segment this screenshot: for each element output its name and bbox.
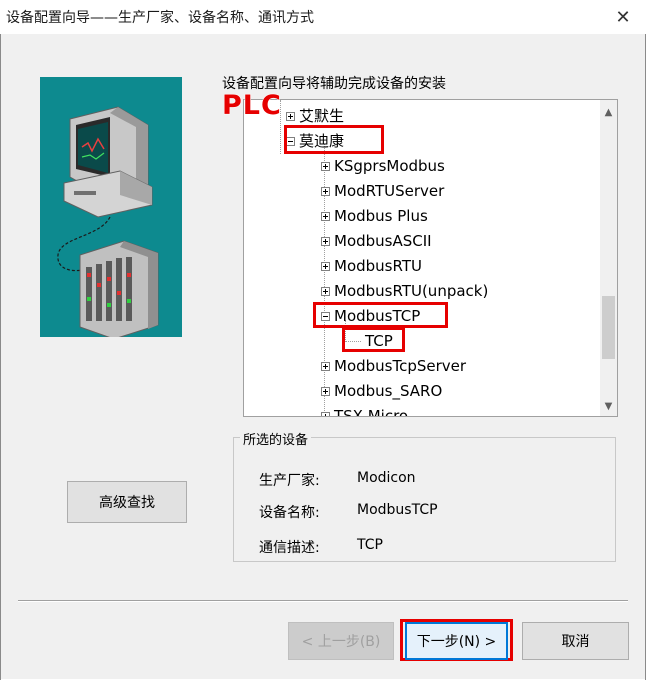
tree-item-label: ModbusTcpServer [334,357,467,375]
expand-plus-icon[interactable] [321,262,330,271]
device-name-value: ModbusTCP [357,502,438,518]
expand-plus-icon[interactable] [321,187,330,196]
expand-plus-icon[interactable] [321,162,330,171]
tree-item-label: 莫迪康 [299,132,345,150]
scroll-down-icon[interactable]: ▼ [600,398,617,415]
close-icon: ✕ [615,6,631,28]
tree-item-label: ModbusRTU(unpack) [334,282,489,300]
tree-item-emerson[interactable]: 艾默生 [286,104,344,129]
comm-desc-label: 通信描述: [259,540,320,556]
tree-item-label: TCP [365,332,393,350]
tree-connector [345,341,361,342]
device-tree[interactable]: 艾默生 莫迪康 KSgprsModbus ModRTUServer Modbus… [243,99,618,417]
plc-annotation: PLC [222,90,282,122]
expand-plus-icon[interactable] [321,412,330,416]
advanced-search-button[interactable]: 高级查找 [67,481,187,523]
title-bar: 设备配置向导——生产厂家、设备名称、通讯方式 ✕ [0,0,646,34]
tree-item-modicon[interactable]: 莫迪康 [286,129,344,154]
device-name-label: 设备名称: [259,505,320,521]
tree-item-tcp[interactable]: TCP [365,329,393,354]
tree-item-modbustcp[interactable]: ModbusTCP [321,304,420,329]
tree-item-modbustcpserver[interactable]: ModbusTcpServer [321,354,466,379]
expand-plus-icon[interactable] [321,387,330,396]
tree-item-modbusrtu-unpack[interactable]: ModbusRTU(unpack) [321,279,488,304]
tree-item-label: ModbusRTU [334,257,422,275]
comm-desc-value: TCP [357,537,383,553]
collapse-minus-icon[interactable] [321,312,330,321]
close-button[interactable]: ✕ [600,0,646,34]
tree-item-label: KSgprsModbus [334,157,445,175]
tree-item-label: Modbus_SARO [334,382,443,400]
tree-item-label: TSX Micro [334,407,409,417]
tree-item-modbus-plus[interactable]: Modbus Plus [321,204,428,229]
tree-item-tsx-micro[interactable]: TSX Micro [321,404,409,417]
tree-item-modbus-saro[interactable]: Modbus_SARO [321,379,442,404]
window-title: 设备配置向导——生产厂家、设备名称、通讯方式 [6,10,314,26]
scroll-up-icon[interactable]: ▲ [600,104,617,121]
selected-device-legend: 所选的设备 [240,429,312,448]
tree-item-modbusascii[interactable]: ModbusASCII [321,229,432,254]
back-button[interactable]: < 上一步(B) [288,622,394,660]
expand-plus-icon[interactable] [321,362,330,371]
tree-item-modrtuserver[interactable]: ModRTUServer [321,179,444,204]
expand-plus-icon[interactable] [321,212,330,221]
tree-item-modbusrtu[interactable]: ModbusRTU [321,254,422,279]
collapse-minus-icon[interactable] [286,137,295,146]
expand-plus-icon[interactable] [321,237,330,246]
footer-separator [18,600,628,602]
tree-item-label: ModRTUServer [334,182,445,200]
wizard-illustration [40,77,182,340]
computer-plc-illustration-icon [57,106,159,340]
tree-item-label: Modbus Plus [334,207,428,225]
tree-item-label: 艾默生 [299,107,345,125]
manufacturer-label: 生产厂家: [259,473,320,489]
scroll-thumb[interactable] [602,296,615,359]
tree-item-ksgprsmodbus[interactable]: KSgprsModbus [321,154,445,179]
tree-item-label: ModbusTCP [334,307,421,325]
cancel-button[interactable]: 取消 [522,622,629,660]
expand-plus-icon[interactable] [321,287,330,296]
tree-item-label: ModbusASCII [334,232,432,250]
tree-scrollbar[interactable]: ▲ ▼ [600,100,617,416]
next-button[interactable]: 下一步(N) > [405,622,508,660]
expand-plus-icon[interactable] [286,112,295,121]
manufacturer-value: Modicon [357,470,416,486]
